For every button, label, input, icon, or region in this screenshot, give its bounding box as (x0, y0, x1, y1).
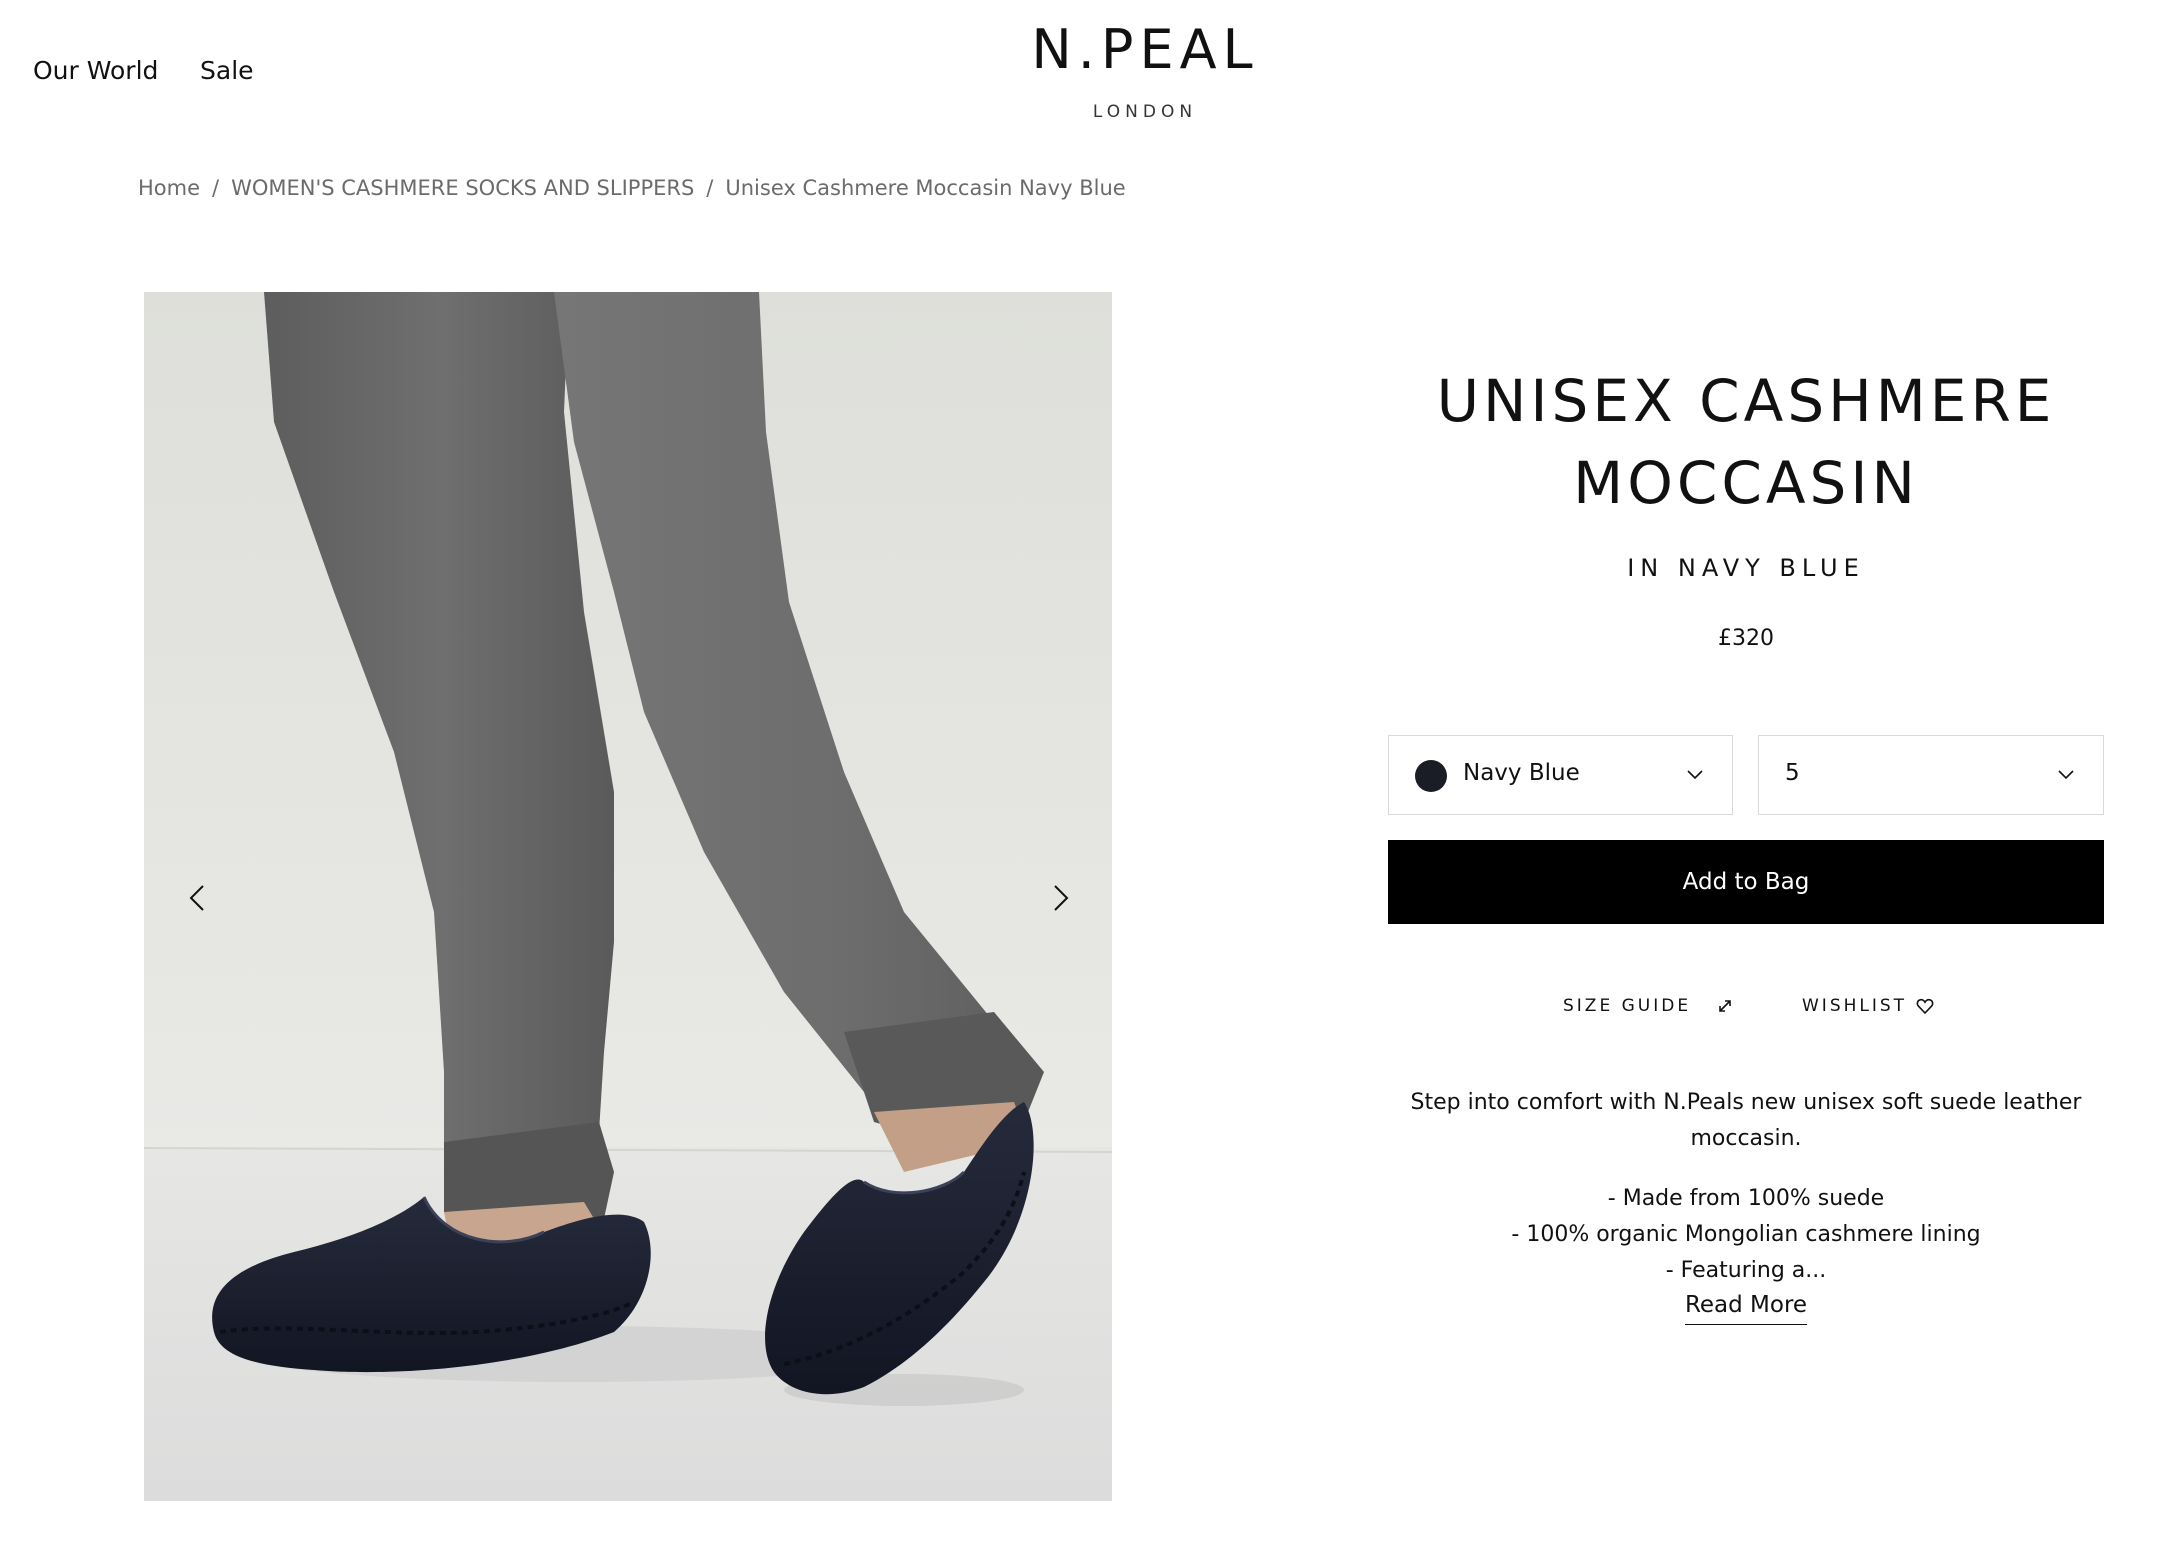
gallery-prev-button[interactable] (168, 868, 228, 928)
description-intro: Step into comfort with N.Peals new unise… (1410, 1090, 2082, 1151)
product-title: UNISEX CASHMERE MOCCASIN (1436, 367, 2056, 517)
chevron-down-icon (1687, 770, 1703, 780)
ruler-icon (1719, 1000, 1731, 1012)
logo-subtitle: LONDON (1092, 102, 1198, 122)
chevron-left-icon (189, 885, 204, 911)
breadcrumb-separator: / (212, 176, 220, 200)
description-bullet: - Featuring a... (1665, 1258, 1827, 1283)
site-header: Our World Sale N.PEAL LONDON (0, 0, 2178, 150)
chevron-right-icon (1054, 885, 1069, 911)
utility-links: SIZE GUIDE WISHLIST (1388, 996, 2104, 1026)
add-to-bag-button[interactable]: Add to Bag (1388, 840, 2104, 924)
size-guide-link[interactable]: SIZE GUIDE (1563, 996, 1735, 1016)
product-photo (144, 292, 1112, 1501)
wishlist-label: WISHLIST (1802, 996, 1908, 1016)
read-more-link[interactable]: Read More (1684, 1292, 1808, 1325)
read-more-wrapper: Read More (1388, 1292, 2104, 1325)
logo-wordmark: N.PEAL (1031, 18, 1259, 81)
color-select-value: Navy Blue (1463, 760, 1580, 786)
breadcrumb: Home / WOMEN'S CASHMERE SOCKS AND SLIPPERS… (138, 176, 1126, 200)
breadcrumb-category[interactable]: WOMEN'S CASHMERE SOCKS AND SLIPPERS (231, 176, 694, 200)
size-select-value: 5 (1785, 760, 1800, 786)
wishlist-link[interactable]: WISHLIST (1802, 996, 1935, 1016)
product-info: UNISEX CASHMERE MOCCASIN IN NAVY BLUE £3… (1388, 360, 2104, 651)
breadcrumb-separator: / (706, 176, 714, 200)
product-description: Step into comfort with N.Peals new unise… (1388, 1085, 2104, 1289)
chevron-down-icon (2058, 770, 2074, 780)
heart-icon (1916, 998, 1934, 1015)
size-guide-label: SIZE GUIDE (1563, 996, 1692, 1016)
product-image[interactable] (144, 292, 1112, 1501)
product-price: £320 (1718, 626, 1774, 651)
breadcrumb-home[interactable]: Home (138, 176, 200, 200)
breadcrumb-current: Unisex Cashmere Moccasin Navy Blue (725, 176, 1126, 200)
product-color-subtitle: IN NAVY BLUE (1627, 554, 1865, 582)
variant-selectors: Navy Blue 5 (1388, 735, 2104, 815)
size-select[interactable]: 5 (1758, 735, 2104, 815)
brand-logo[interactable]: N.PEAL LONDON (0, 18, 2178, 122)
color-select[interactable]: Navy Blue (1388, 735, 1733, 815)
gallery-next-button[interactable] (1030, 868, 1090, 928)
description-bullet: - Made from 100% suede (1607, 1186, 1885, 1211)
color-swatch (1415, 760, 1447, 792)
description-bullet: - 100% organic Mongolian cashmere lining (1511, 1222, 1981, 1247)
